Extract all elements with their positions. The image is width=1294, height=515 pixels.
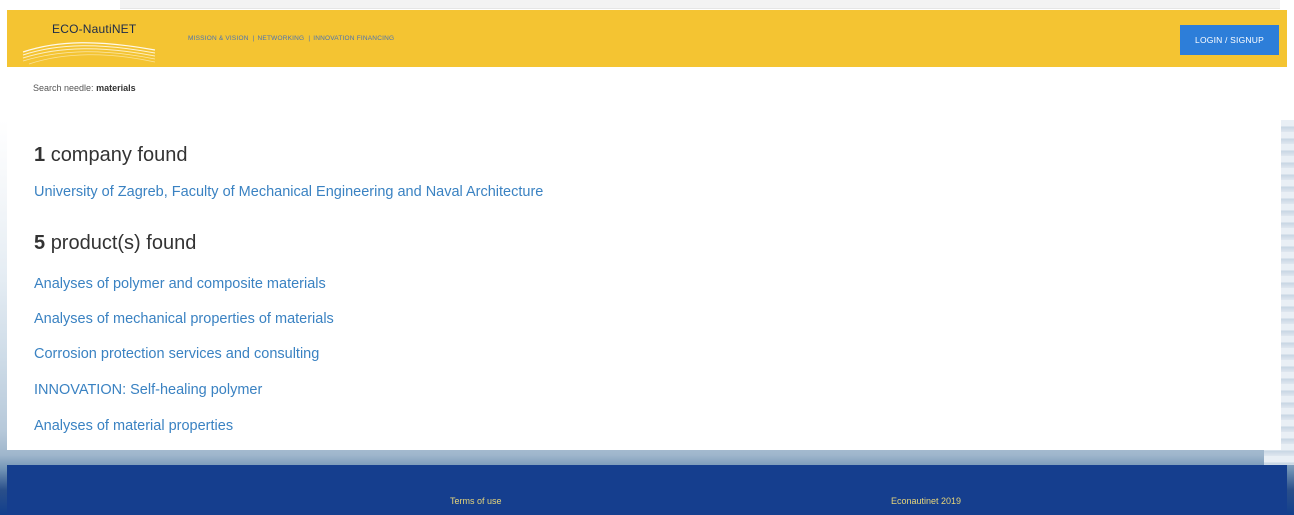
results-panel: 1 company found University of Zagreb, Fa… <box>7 100 1281 450</box>
footer: Terms of use Econautinet 2019 <box>7 465 1287 515</box>
products-label: product(s) found <box>50 232 197 254</box>
search-needle-term: materials <box>96 83 136 93</box>
companies-heading: 1 company found <box>34 144 187 167</box>
products-heading: 5 product(s) found <box>34 232 196 255</box>
company-link[interactable]: University of Zagreb, Faculty of Mechani… <box>34 184 543 200</box>
search-needle-label: Search needle: <box>33 83 94 93</box>
nav-networking[interactable]: NETWORKING <box>258 35 309 42</box>
nav-mission-vision[interactable]: MISSION & VISION <box>188 35 253 42</box>
product-link[interactable]: Analyses of material properties <box>34 418 233 434</box>
search-needle: Search needle: materials <box>33 83 136 93</box>
page: ECO-NautiNET MISSION & VISION | NETWORKI… <box>0 0 1294 515</box>
navbar: ECO-NautiNET MISSION & VISION | NETWORKI… <box>7 10 1287 67</box>
nav-innovation-financing[interactable]: INNOVATION FINANCING <box>313 35 398 42</box>
product-link[interactable]: Analyses of mechanical properties of mat… <box>34 311 334 327</box>
main-nav: MISSION & VISION | NETWORKING | INNOVATI… <box>188 35 398 42</box>
logo-waves-icon <box>22 42 156 65</box>
login-signup-button[interactable]: LOGIN / SIGNUP <box>1180 25 1279 55</box>
top-strip <box>120 0 1280 9</box>
product-link[interactable]: INNOVATION: Self-healing polymer <box>34 382 262 398</box>
terms-of-use-link[interactable]: Terms of use <box>450 496 502 506</box>
logo[interactable]: ECO-NautiNET <box>19 14 159 65</box>
companies-label: company found <box>50 144 188 166</box>
products-count: 5 <box>34 232 46 254</box>
companies-count: 1 <box>34 144 46 166</box>
product-link[interactable]: Analyses of polymer and composite materi… <box>34 276 326 292</box>
product-link[interactable]: Corrosion protection services and consul… <box>34 346 319 362</box>
footer-copyright: Econautinet 2019 <box>891 496 962 506</box>
